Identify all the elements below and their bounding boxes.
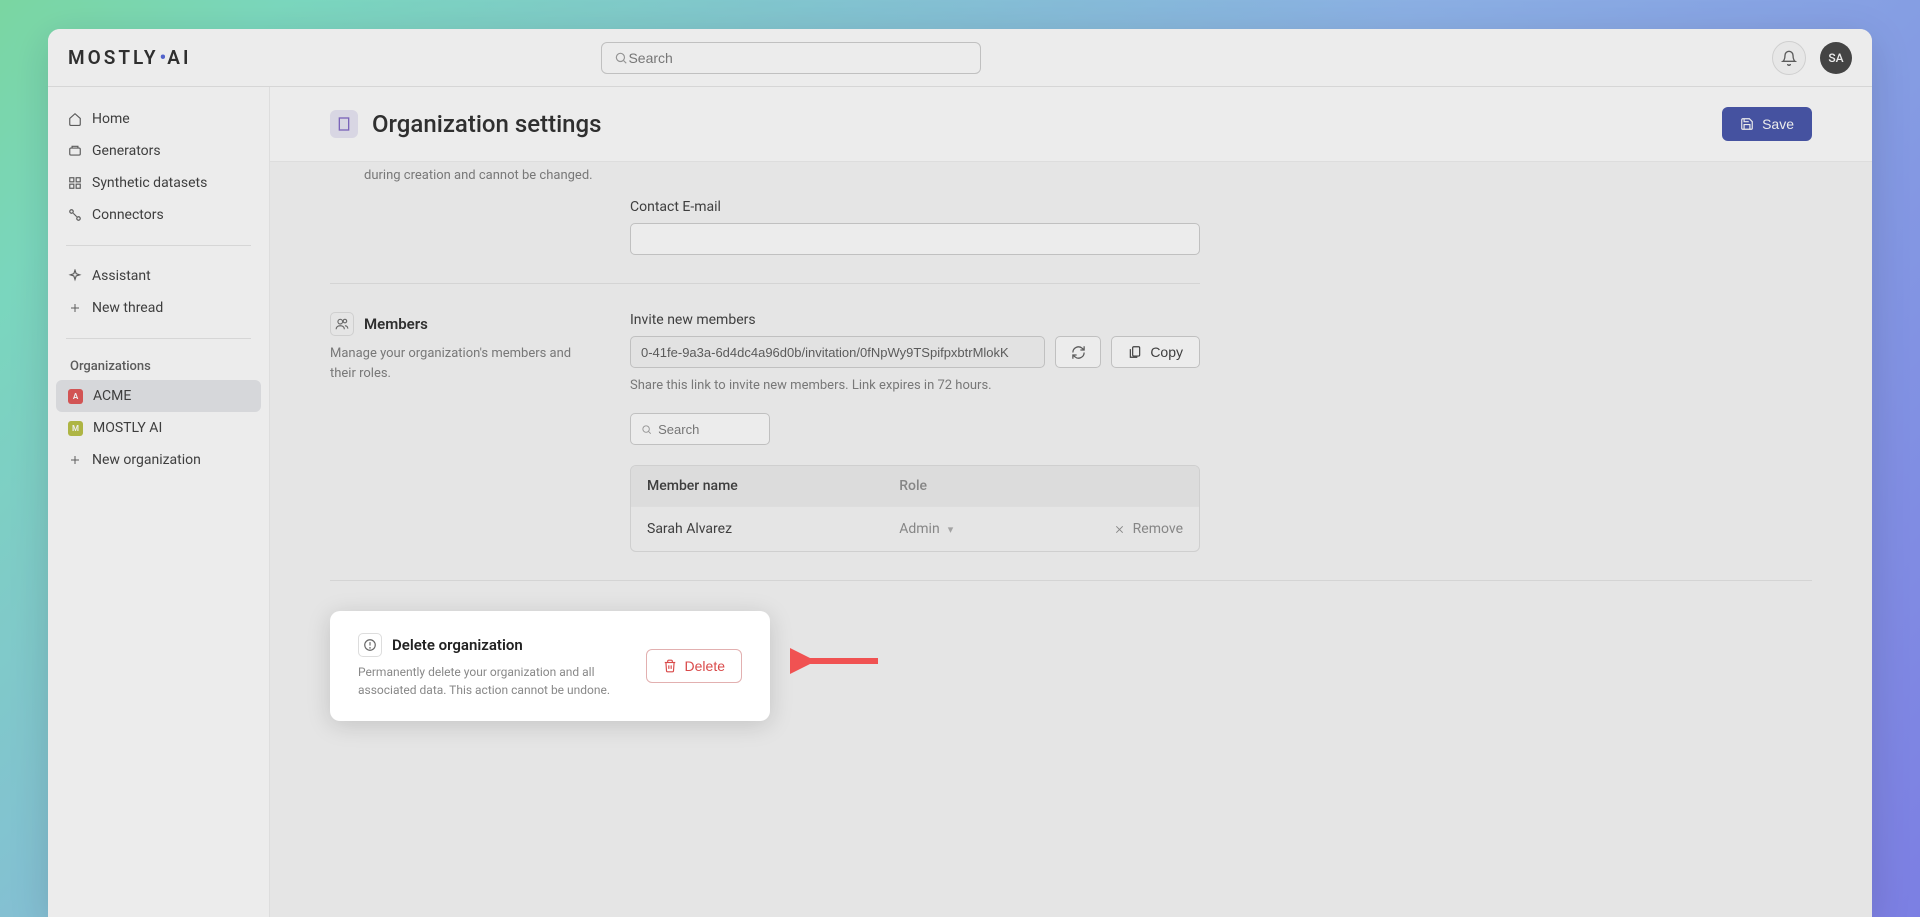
generators-icon xyxy=(68,144,82,158)
sidebar-item-label: ACME xyxy=(93,388,131,404)
col-header-name: Member name xyxy=(647,478,899,494)
remove-label: Remove xyxy=(1133,521,1183,537)
clipboard-icon xyxy=(1128,345,1142,359)
search-icon xyxy=(614,51,628,65)
invite-hint: Share this link to invite new members. L… xyxy=(630,378,1200,393)
notifications-button[interactable] xyxy=(1772,41,1806,75)
member-search[interactable] xyxy=(630,413,770,445)
sidebar-org-acme[interactable]: A ACME xyxy=(56,380,261,412)
sparkle-icon xyxy=(68,269,82,283)
members-desc: Manage your organization's members and t… xyxy=(330,344,600,383)
delete-button[interactable]: Delete xyxy=(646,649,742,683)
sidebar-section-organizations: Organizations xyxy=(56,353,261,380)
app-window: MOSTLY•AI SA Home Generators Synth xyxy=(48,29,1872,917)
save-label: Save xyxy=(1762,116,1794,132)
delete-card-title: Delete organization xyxy=(392,636,523,654)
main-content: Organization settings Save during creati… xyxy=(270,87,1872,917)
datasets-icon xyxy=(68,176,82,190)
members-table: Member name Role Sarah Alvarez Admin ▾ xyxy=(630,465,1200,552)
search-icon xyxy=(641,423,652,436)
sidebar-org-mostly[interactable]: M MOSTLY AI xyxy=(56,412,261,444)
sidebar-item-assistant[interactable]: Assistant xyxy=(56,260,261,292)
divider xyxy=(66,338,251,339)
save-icon xyxy=(1740,117,1754,131)
logo-dot: • xyxy=(160,46,167,69)
org-badge: A xyxy=(68,389,83,404)
member-role-select[interactable]: Admin ▾ xyxy=(899,521,1057,537)
sidebar-item-new-organization[interactable]: New organization xyxy=(56,444,261,476)
page-header: Organization settings Save xyxy=(270,87,1872,162)
members-section: Members Manage your organization's membe… xyxy=(330,284,1812,581)
logo: MOSTLY•AI xyxy=(68,46,191,69)
sidebar-item-generators[interactable]: Generators xyxy=(56,135,261,167)
sidebar-item-home[interactable]: Home xyxy=(56,103,261,135)
org-badge: M xyxy=(68,421,83,436)
sidebar: Home Generators Synthetic datasets Conne… xyxy=(48,87,270,917)
sidebar-item-label: MOSTLY AI xyxy=(93,420,162,436)
delete-card-desc: Permanently delete your organization and… xyxy=(358,663,626,699)
users-icon xyxy=(330,312,354,336)
remove-member-button[interactable]: Remove xyxy=(1057,521,1183,537)
logo-prefix: MOSTLY xyxy=(68,46,159,69)
logo-suffix: AI xyxy=(167,46,191,69)
members-title: Members xyxy=(364,315,428,333)
sidebar-item-label: Assistant xyxy=(92,268,151,284)
col-header-role: Role xyxy=(899,478,1057,494)
settings-hint: during creation and cannot be changed. xyxy=(330,162,1812,199)
warning-icon xyxy=(358,633,382,657)
role-value: Admin xyxy=(899,521,939,537)
refresh-icon xyxy=(1071,345,1086,360)
building-icon xyxy=(330,110,358,138)
global-search-input[interactable] xyxy=(628,50,968,66)
chevron-down-icon: ▾ xyxy=(948,523,954,536)
delete-button-label: Delete xyxy=(685,658,725,674)
sidebar-item-label: New organization xyxy=(92,452,201,468)
save-button[interactable]: Save xyxy=(1722,107,1812,141)
member-search-input[interactable] xyxy=(658,422,759,437)
plus-icon xyxy=(68,453,82,467)
avatar[interactable]: SA xyxy=(1820,42,1852,74)
trash-icon xyxy=(663,659,677,673)
sidebar-item-label: Connectors xyxy=(92,207,164,223)
delete-organization-card: Delete organization Permanently delete y… xyxy=(330,611,770,721)
sidebar-item-label: Generators xyxy=(92,143,161,159)
sidebar-item-new-thread[interactable]: New thread xyxy=(56,292,261,324)
copy-label: Copy xyxy=(1150,344,1183,360)
global-search[interactable] xyxy=(601,42,981,74)
copy-button[interactable]: Copy xyxy=(1111,336,1200,368)
close-icon xyxy=(1114,524,1125,535)
invite-label: Invite new members xyxy=(630,312,1200,328)
member-name: Sarah Alvarez xyxy=(647,521,899,537)
sidebar-item-synthetic[interactable]: Synthetic datasets xyxy=(56,167,261,199)
bell-icon xyxy=(1781,50,1797,66)
sidebar-item-label: Synthetic datasets xyxy=(92,175,207,191)
topbar: MOSTLY•AI SA xyxy=(48,29,1872,87)
connectors-icon xyxy=(68,208,82,222)
annotation-arrow xyxy=(790,643,880,679)
sidebar-item-label: New thread xyxy=(92,300,163,316)
plus-icon xyxy=(68,301,82,315)
page-title: Organization settings xyxy=(372,110,1722,138)
divider xyxy=(66,245,251,246)
sidebar-item-label: Home xyxy=(92,111,130,127)
home-icon xyxy=(68,112,82,126)
contact-email-label: Contact E-mail xyxy=(630,199,1200,215)
contact-email-input[interactable] xyxy=(630,223,1200,255)
sidebar-item-connectors[interactable]: Connectors xyxy=(56,199,261,231)
invite-link-input[interactable] xyxy=(630,336,1045,368)
regenerate-button[interactable] xyxy=(1055,336,1101,368)
table-row: Sarah Alvarez Admin ▾ Remove xyxy=(631,506,1199,551)
